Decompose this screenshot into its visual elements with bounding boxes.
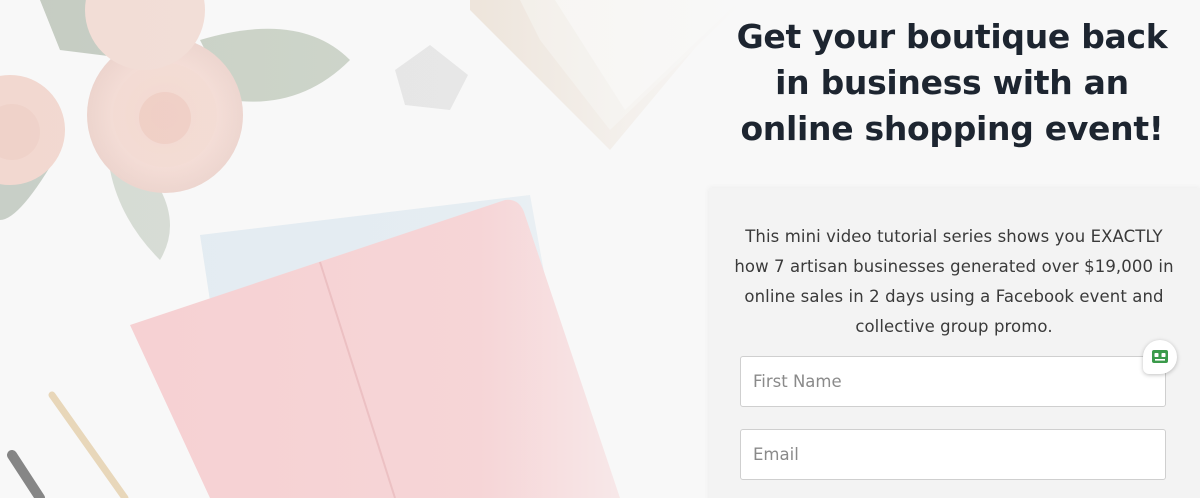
optin-description: This mini video tutorial series shows yo… [734,227,1174,336]
chat-widget-button[interactable] [1143,340,1177,374]
email-input[interactable] [740,429,1166,480]
hero-headline: Get your boutique back in business with … [736,17,1168,148]
robot-chat-icon [1152,350,1168,363]
first-name-input[interactable] [740,356,1166,407]
page: Get your boutique back in business with … [0,0,1200,498]
